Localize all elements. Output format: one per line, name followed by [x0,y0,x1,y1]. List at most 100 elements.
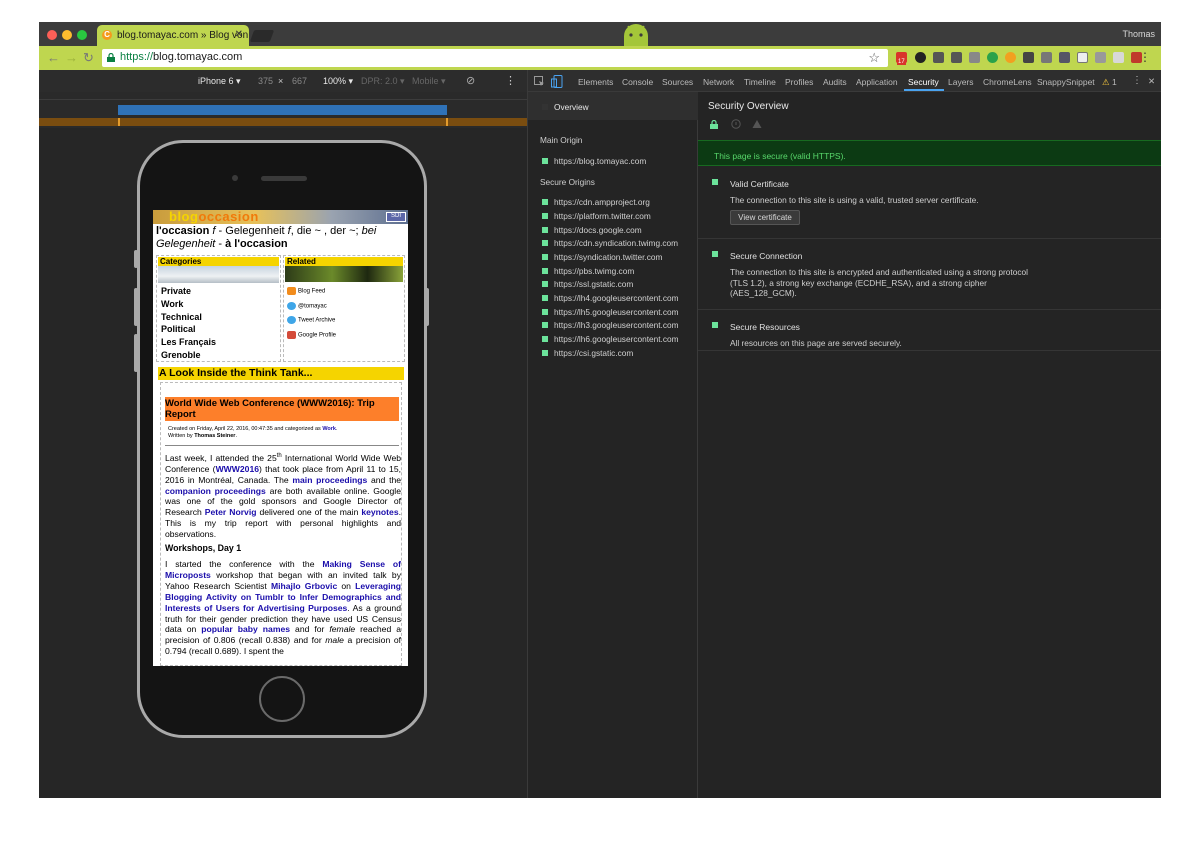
link[interactable]: WWW2016 [216,464,259,474]
link[interactable]: Mihajlo Grbovic [271,581,337,591]
warning-count[interactable]: 1 [1112,77,1117,87]
browser-menu-icon[interactable]: ⋮ [1139,50,1151,64]
reload-icon[interactable]: ↻ [83,50,94,66]
think-tank-heading: A Look Inside the Think Tank... [158,367,404,380]
tab-application[interactable]: Application [856,77,898,87]
secure-status-icon [542,322,548,328]
bookmark-star-icon[interactable]: ☆ [868,50,880,66]
category-link[interactable]: Grenoble [161,349,216,362]
extension-icon[interactable] [1023,52,1034,63]
media-query-max-width-bar[interactable] [118,105,447,115]
origin-label: https://ssl.gstatic.com [554,279,634,289]
mode-select[interactable]: Mobile ▾ [412,76,446,87]
related-link[interactable]: Tweet Archive [287,316,335,325]
tab-chromelens[interactable]: ChromeLens [983,77,1032,87]
tab-console[interactable]: Console [622,77,653,87]
minimize-window-button[interactable] [62,30,72,40]
link[interactable]: Peter Norvig [205,507,257,517]
tab-profiles[interactable]: Profiles [785,77,813,87]
rotate-icon[interactable]: ⊘ [466,74,475,87]
devtools-close-icon[interactable]: ✕ [1148,76,1155,87]
warning-icon[interactable]: ⚠ [1102,77,1110,88]
blog-nav-button[interactable]: SDI [386,212,406,222]
related-link[interactable]: @tomayac [287,302,327,311]
tab-sources[interactable]: Sources [662,77,693,87]
origin-item[interactable]: https://platform.twitter.com [542,211,651,221]
media-query-min-width-bar[interactable] [39,118,527,126]
origin-item[interactable]: https://syndication.twitter.com [542,252,662,262]
link[interactable]: companion proceedings [165,486,266,496]
extension-icon[interactable] [933,52,944,63]
extension-icon[interactable] [1041,52,1052,63]
post-title[interactable]: World Wide Web Conference (WWW2016): Tri… [165,397,399,421]
origin-item[interactable]: https://pbs.twimg.com [542,266,634,276]
category-link[interactable]: Les Français [161,336,216,349]
origin-item[interactable]: https://blog.tomayac.com [542,156,646,166]
device-model: iPhone 6 [198,76,234,86]
post-created: Created on Friday, April 22, 2016, 00:47… [168,426,338,433]
github-icon[interactable] [915,52,926,63]
view-certificate-button[interactable]: View certificate [730,210,800,225]
zoom-window-button[interactable] [77,30,87,40]
new-tab-button[interactable] [249,30,275,42]
origin-item[interactable]: https://lh4.googleusercontent.com [542,293,679,303]
devtools-menu-icon[interactable]: ⋮ [1132,75,1142,86]
extension-icon[interactable] [1113,52,1124,63]
device-select[interactable]: iPhone 6 ▾ [198,76,241,87]
device-height-input[interactable]: 667 [292,76,307,86]
category-link[interactable]: Work [161,298,216,311]
dpr-select[interactable]: DPR: 2.0 ▾ [361,76,405,87]
zoom-select[interactable]: 100% ▾ [323,76,353,87]
link[interactable]: popular baby names [201,624,290,634]
origin-item[interactable]: https://cdn.syndication.twimg.com [542,238,678,248]
back-icon[interactable]: ← [47,50,60,65]
origin-item[interactable]: https://docs.google.com [542,225,642,235]
related-link[interactable]: Google Profile [287,331,336,340]
origin-item[interactable]: https://lh6.googleusercontent.com [542,334,679,344]
inspect-element-icon[interactable] [534,76,545,87]
tab-snappysnippet[interactable]: SnappySnippet [1037,77,1095,87]
tab-elements[interactable]: Elements [578,77,613,87]
origin-item[interactable]: https://lh3.googleusercontent.com [542,320,679,330]
blog-logo[interactable]: blogoccasion [169,210,259,224]
close-window-button[interactable] [47,30,57,40]
origin-item[interactable]: https://csi.gstatic.com [542,348,633,358]
link[interactable]: keynotes [361,507,398,517]
tab-timeline[interactable]: Timeline [744,77,776,87]
extension-icon[interactable] [1095,52,1106,63]
related-link[interactable]: Blog Feed [287,287,325,296]
extension-icon[interactable] [1005,52,1016,63]
tab-close-icon[interactable]: ✕ [235,29,243,40]
tab-security[interactable]: Security [908,77,939,87]
origin-item[interactable]: https://cdn.ampproject.org [542,197,650,207]
emulated-page[interactable]: blogoccasion SDI l'occasion f - Gelegenh… [153,210,408,666]
extension-icon[interactable] [969,52,980,63]
phone-home-button[interactable] [259,676,305,722]
device-width-input[interactable]: 375 [258,76,273,86]
extension-icon[interactable] [1077,52,1088,63]
dpr-value: DPR: 2.0 [361,76,398,86]
device-more-icon[interactable]: ⋮ [505,74,516,87]
category-link[interactable]: Private [161,285,216,298]
forward-icon[interactable]: → [65,50,78,65]
tab-layers[interactable]: Layers [948,77,974,87]
origin-item[interactable]: https://ssl.gstatic.com [542,279,634,289]
profile-name[interactable]: Thomas [1122,29,1155,39]
category-link[interactable]: Political [161,323,216,336]
extension-icon[interactable] [951,52,962,63]
category-link[interactable]: Technical [161,311,216,324]
origin-label: https://lh5.googleusercontent.com [554,307,679,317]
sidebar-item-overview[interactable]: Overview [528,92,698,120]
tab-network[interactable]: Network [703,77,734,87]
phone-speaker [261,176,307,181]
link[interactable]: main proceedings [292,475,367,485]
secure-origins-heading: Secure Origins [540,177,595,187]
extension-icon[interactable] [987,52,998,63]
browser-tab[interactable]: C blog.tomayac.com » Blog von ✕ [97,25,249,46]
tab-audits[interactable]: Audits [823,77,847,87]
extension-icon[interactable] [1059,52,1070,63]
post-category-link[interactable]: Work [322,426,336,432]
device-mode-icon[interactable] [551,75,563,88]
address-bar[interactable]: https://blog.tomayac.com ☆ [102,49,888,67]
origin-item[interactable]: https://lh5.googleusercontent.com [542,307,679,317]
